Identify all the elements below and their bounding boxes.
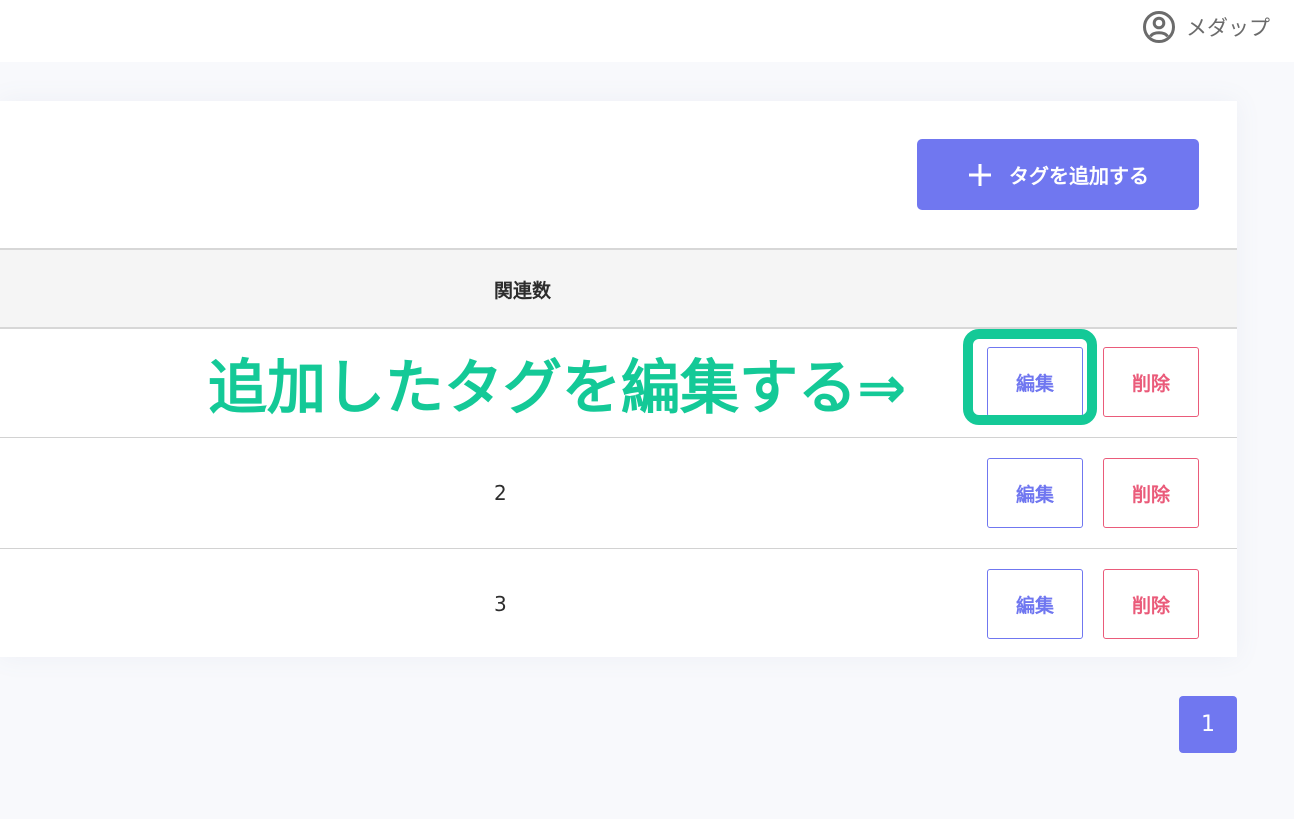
annotation-callout: 追加したタグを編集する⇒ <box>208 353 907 422</box>
pagination-page-button[interactable]: 1 <box>1179 696 1237 753</box>
user-name: メダップ <box>1186 16 1270 40</box>
table-row: 3 編集 削除 <box>0 549 1237 659</box>
add-tag-button[interactable]: タグを追加する <box>917 139 1199 210</box>
table-row: 2 編集 削除 <box>0 438 1237 549</box>
user-circle-icon <box>1143 11 1175 43</box>
delete-button[interactable]: 削除 <box>1103 569 1199 639</box>
plus-icon <box>969 163 991 186</box>
related-count: 3 <box>494 592 507 616</box>
add-tag-label: タグを追加する <box>1009 164 1149 188</box>
delete-button[interactable]: 削除 <box>1103 458 1199 528</box>
top-bar: メダップ <box>0 0 1294 62</box>
edit-button[interactable]: 編集 <box>987 458 1083 528</box>
related-count: 2 <box>494 481 507 505</box>
edit-button[interactable]: 編集 <box>987 569 1083 639</box>
column-header-count: 関連数 <box>494 280 552 302</box>
table-header: 関連数 <box>0 248 1237 329</box>
delete-button[interactable]: 削除 <box>1103 347 1199 417</box>
user-menu[interactable]: メダップ <box>1142 10 1270 44</box>
edit-button[interactable]: 編集 <box>987 347 1083 417</box>
